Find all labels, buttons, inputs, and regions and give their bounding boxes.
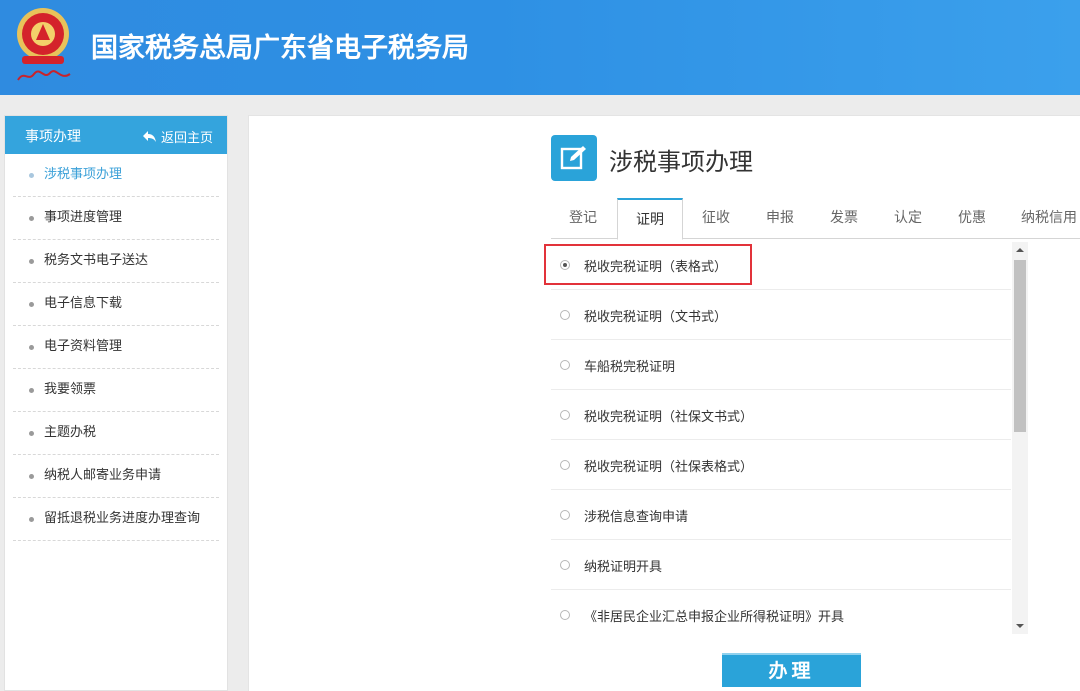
option-item[interactable]: 税收完税证明（文书式）	[551, 290, 1011, 340]
radio[interactable]	[560, 610, 570, 620]
option-item[interactable]: 税收完税证明（表格式）	[551, 240, 1011, 290]
option-item[interactable]: 税收完税证明（社保表格式）	[551, 440, 1011, 490]
sidebar-item-label: 涉税事项办理	[44, 167, 123, 182]
option-item[interactable]: 车船税完税证明	[551, 340, 1011, 390]
page-title: 涉税事项办理	[609, 148, 753, 176]
option-label: 《非居民企业汇总申报企业所得税证明》开具	[584, 610, 845, 625]
option-label: 税收完税证明（文书式）	[584, 310, 728, 325]
sidebar-item-label: 纳税人邮寄业务申请	[44, 468, 162, 483]
option-label: 税收完税证明（社保表格式）	[584, 460, 754, 475]
sidebar-item-invoice[interactable]: 我要领票	[13, 369, 219, 412]
main-panel: 涉税事项办理 登记 证明 征收 申报 发票 认定 优惠 纳税信用 税收完税证明（…	[248, 115, 1080, 691]
tax-emblem-icon	[17, 8, 69, 64]
sidebar-item-label: 我要领票	[44, 382, 97, 397]
bullet-icon	[29, 474, 34, 479]
certificate-options-list: 税收完税证明（表格式） 税收完税证明（文书式） 车船税完税证明 税收完税证明（社…	[545, 240, 1011, 632]
sidebar-item-label: 税务文书电子送达	[44, 253, 149, 268]
scroll-down-icon[interactable]	[1016, 624, 1024, 628]
options-scrollbar[interactable]	[1012, 242, 1028, 634]
sidebar-item-progress[interactable]: 事项进度管理	[13, 197, 219, 240]
radio[interactable]	[560, 560, 570, 570]
option-item[interactable]: 纳税证明开具	[551, 540, 1011, 590]
option-label: 车船税完税证明	[584, 360, 676, 375]
bullet-icon	[29, 259, 34, 264]
sidebar-title: 事项办理	[25, 129, 81, 145]
tab-declare[interactable]: 申报	[749, 198, 811, 238]
radio[interactable]	[560, 460, 570, 470]
site-title: 国家税务总局广东省电子税务局	[91, 33, 469, 64]
tab-invoice[interactable]: 发票	[813, 198, 875, 238]
sidebar-item-tax-matters[interactable]: 涉税事项办理	[13, 154, 219, 197]
bullet-icon	[29, 431, 34, 436]
scroll-up-icon[interactable]	[1016, 248, 1024, 252]
bullet-icon	[29, 388, 34, 393]
option-label: 纳税证明开具	[584, 560, 663, 575]
option-item[interactable]: 税收完税证明（社保文书式）	[551, 390, 1011, 440]
bullet-icon	[29, 302, 34, 307]
sidebar-item-label: 电子资料管理	[44, 339, 123, 354]
sidebar-item-mail[interactable]: 纳税人邮寄业务申请	[13, 455, 219, 498]
tab-accreditation[interactable]: 认定	[877, 198, 939, 238]
option-item[interactable]: 涉税信息查询申请	[551, 490, 1011, 540]
radio[interactable]	[560, 510, 570, 520]
edit-icon-glyph	[560, 146, 586, 170]
tab-collection[interactable]: 征收	[685, 198, 747, 238]
tab-preferential[interactable]: 优惠	[941, 198, 1003, 238]
sidebar-header: 事项办理 返回主页	[5, 116, 227, 154]
site-header: 国家税务总局广东省电子税务局	[0, 0, 1080, 95]
edit-icon	[551, 135, 597, 181]
bullet-icon	[29, 517, 34, 522]
back-arrow-icon	[142, 131, 156, 142]
sidebar-item-e-delivery[interactable]: 税务文书电子送达	[13, 240, 219, 283]
tab-register[interactable]: 登记	[551, 198, 615, 238]
back-home-label: 返回主页	[160, 131, 213, 146]
scroll-thumb[interactable]	[1014, 260, 1026, 432]
radio[interactable]	[560, 410, 570, 420]
submit-button[interactable]: 办理	[722, 653, 861, 687]
sidebar-item-download[interactable]: 电子信息下载	[13, 283, 219, 326]
radio[interactable]	[560, 310, 570, 320]
sidebar-menu: 涉税事项办理 事项进度管理 税务文书电子送达 电子信息下载 电子资料管理 我要领…	[5, 154, 227, 541]
sidebar-item-label: 主题办税	[44, 425, 97, 440]
sidebar-item-label: 电子信息下载	[44, 296, 123, 311]
sidebar-item-refund-query[interactable]: 留抵退税业务进度办理查询	[13, 498, 219, 541]
sidebar-item-label: 事项进度管理	[44, 210, 123, 225]
bullet-icon	[29, 173, 34, 178]
radio-selected[interactable]	[560, 260, 570, 270]
option-label: 涉税信息查询申请	[584, 510, 689, 525]
bullet-icon	[29, 216, 34, 221]
option-label: 税收完税证明（表格式）	[584, 260, 728, 275]
category-tabs: 登记 证明 征收 申报 发票 认定 优惠 纳税信用	[551, 198, 1080, 240]
signature-logo	[17, 70, 71, 81]
sidebar-item-documents[interactable]: 电子资料管理	[13, 326, 219, 369]
bullet-icon	[29, 345, 34, 350]
sidebar-item-topics[interactable]: 主题办税	[13, 412, 219, 455]
tab-tax-credit[interactable]: 纳税信用	[1005, 198, 1080, 238]
sidebar-item-label: 留抵退税业务进度办理查询	[44, 511, 201, 526]
radio[interactable]	[560, 360, 570, 370]
back-home-link[interactable]: 返回主页	[142, 127, 213, 146]
option-label: 税收完税证明（社保文书式）	[584, 410, 754, 425]
sidebar: 事项办理 返回主页 涉税事项办理 事项进度管理 税务文书电子送达 电子信息下载 …	[4, 115, 228, 691]
option-item[interactable]: 《非居民企业汇总申报企业所得税证明》开具	[551, 590, 1011, 632]
tab-certificate[interactable]: 证明	[617, 198, 683, 240]
